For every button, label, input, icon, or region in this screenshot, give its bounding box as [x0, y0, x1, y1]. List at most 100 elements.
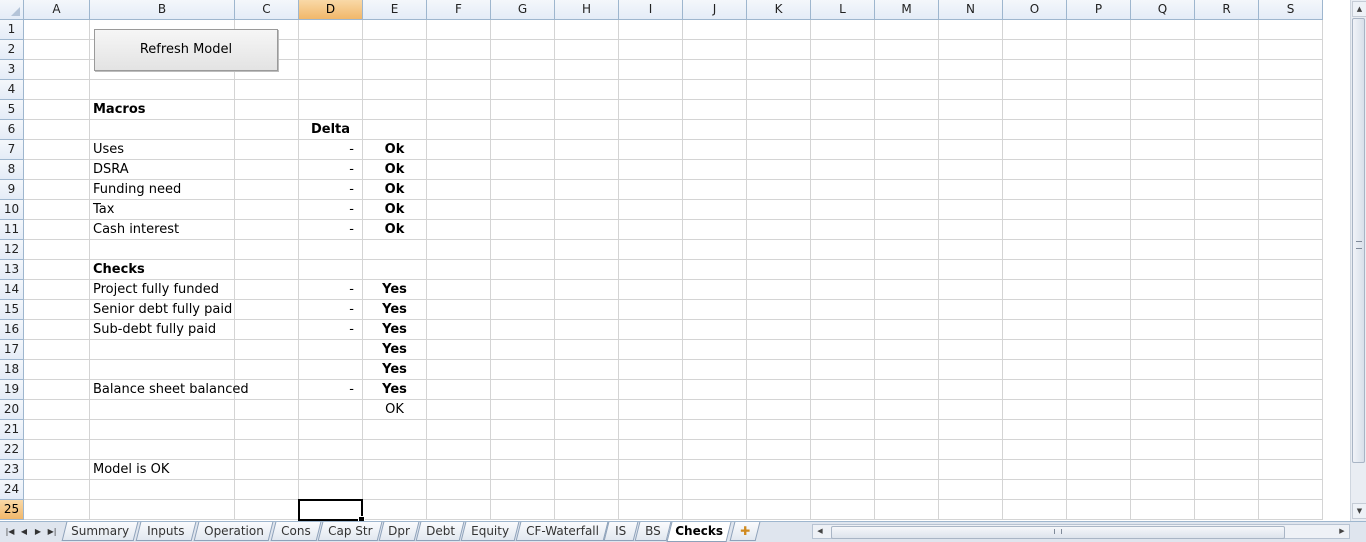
grid-cell[interactable]: [24, 460, 90, 480]
grid-cell[interactable]: [555, 340, 619, 360]
grid-cell[interactable]: [875, 480, 939, 500]
grid-cell[interactable]: [1195, 260, 1259, 280]
grid-cell[interactable]: [683, 220, 747, 240]
grid-cell[interactable]: [1067, 320, 1131, 340]
grid-cell[interactable]: [1259, 100, 1323, 120]
grid-cell[interactable]: [683, 420, 747, 440]
grid-cell[interactable]: [811, 60, 875, 80]
grid-cell[interactable]: [427, 420, 491, 440]
grid-cell[interactable]: [235, 80, 299, 100]
grid-cell[interactable]: [811, 460, 875, 480]
grid-cell[interactable]: [427, 440, 491, 460]
row-header[interactable]: 13: [0, 260, 24, 280]
row-header[interactable]: 25: [0, 500, 24, 520]
grid-cell[interactable]: [1067, 340, 1131, 360]
grid-cell[interactable]: [1131, 260, 1195, 280]
grid-cell[interactable]: [875, 260, 939, 280]
grid-cell[interactable]: [619, 320, 683, 340]
grid-cell[interactable]: [683, 200, 747, 220]
grid-cell[interactable]: [427, 200, 491, 220]
grid-cell[interactable]: [1067, 400, 1131, 420]
grid-cell[interactable]: [1131, 380, 1195, 400]
check-status[interactable]: Yes: [363, 380, 427, 400]
grid-cell[interactable]: [619, 280, 683, 300]
grid-cell[interactable]: [811, 480, 875, 500]
grid-cell[interactable]: [683, 300, 747, 320]
grid-cell[interactable]: [875, 40, 939, 60]
row-header[interactable]: 8: [0, 160, 24, 180]
grid-cell[interactable]: [683, 480, 747, 500]
check-delta[interactable]: -: [299, 280, 363, 300]
grid-cell[interactable]: [747, 20, 811, 40]
grid-cell[interactable]: [1067, 180, 1131, 200]
grid-cell[interactable]: [619, 300, 683, 320]
grid-cell[interactable]: [811, 220, 875, 240]
grid-cell[interactable]: [875, 100, 939, 120]
grid-cell[interactable]: [24, 300, 90, 320]
grid-cell[interactable]: [747, 300, 811, 320]
macro-delta[interactable]: -: [299, 140, 363, 160]
grid-cell[interactable]: [1195, 480, 1259, 500]
grid-cell[interactable]: [1067, 480, 1131, 500]
grid-cell[interactable]: [555, 200, 619, 220]
grid-cell[interactable]: [1195, 280, 1259, 300]
row-header[interactable]: 15: [0, 300, 24, 320]
column-header-d[interactable]: D: [299, 0, 363, 20]
grid-cell[interactable]: [491, 300, 555, 320]
row-header[interactable]: 22: [0, 440, 24, 460]
check-status[interactable]: Yes: [363, 320, 427, 340]
grid-cell[interactable]: [811, 20, 875, 40]
grid-cell[interactable]: [555, 360, 619, 380]
grid-cell[interactable]: [427, 300, 491, 320]
grid-cell[interactable]: [235, 460, 299, 480]
grid-cell[interactable]: [1003, 500, 1067, 520]
horizontal-scroll-thumb[interactable]: [831, 526, 1285, 539]
grid-cell[interactable]: [619, 440, 683, 460]
grid-cell[interactable]: [491, 440, 555, 460]
grid-cell[interactable]: [875, 320, 939, 340]
row-header[interactable]: 23: [0, 460, 24, 480]
grid-cell[interactable]: [427, 260, 491, 280]
grid-cell[interactable]: [747, 80, 811, 100]
grid-cell[interactable]: [235, 340, 299, 360]
grid-cell[interactable]: [683, 140, 747, 160]
grid-cell[interactable]: [1259, 20, 1323, 40]
grid-cell[interactable]: [363, 40, 427, 60]
grid-cell[interactable]: [875, 80, 939, 100]
next-sheet-icon[interactable]: ▶: [32, 525, 44, 539]
grid-cell[interactable]: [1067, 20, 1131, 40]
grid-cell[interactable]: [811, 300, 875, 320]
grid-cell[interactable]: [90, 440, 235, 460]
macro-delta[interactable]: -: [299, 220, 363, 240]
grid-cell[interactable]: [1131, 460, 1195, 480]
grid-cell[interactable]: [683, 440, 747, 460]
grid-cell[interactable]: [24, 240, 90, 260]
grid-cell[interactable]: [24, 180, 90, 200]
grid-cell[interactable]: [875, 420, 939, 440]
grid-cell[interactable]: [1195, 460, 1259, 480]
grid-cell[interactable]: [747, 120, 811, 140]
grid-cell[interactable]: [875, 500, 939, 520]
grid-cell[interactable]: [1195, 300, 1259, 320]
check-delta[interactable]: -: [299, 300, 363, 320]
grid-cell[interactable]: [747, 320, 811, 340]
grid-cell[interactable]: [811, 120, 875, 140]
grid-cell[interactable]: [24, 140, 90, 160]
grid-cell[interactable]: [683, 400, 747, 420]
column-header-k[interactable]: K: [747, 0, 811, 20]
grid-cell[interactable]: [875, 380, 939, 400]
grid-cell[interactable]: [1003, 280, 1067, 300]
grid-cell[interactable]: [619, 80, 683, 100]
column-header-n[interactable]: N: [939, 0, 1003, 20]
grid-cell[interactable]: [1067, 100, 1131, 120]
grid-cell[interactable]: [619, 160, 683, 180]
grid-cell[interactable]: [427, 140, 491, 160]
grid-cell[interactable]: [811, 440, 875, 460]
row-header[interactable]: 14: [0, 280, 24, 300]
grid-cell[interactable]: [683, 20, 747, 40]
grid-cell[interactable]: [811, 400, 875, 420]
grid-cell[interactable]: [1067, 40, 1131, 60]
grid-cell[interactable]: [875, 460, 939, 480]
grid-cell[interactable]: [619, 200, 683, 220]
grid-cell[interactable]: [747, 440, 811, 460]
